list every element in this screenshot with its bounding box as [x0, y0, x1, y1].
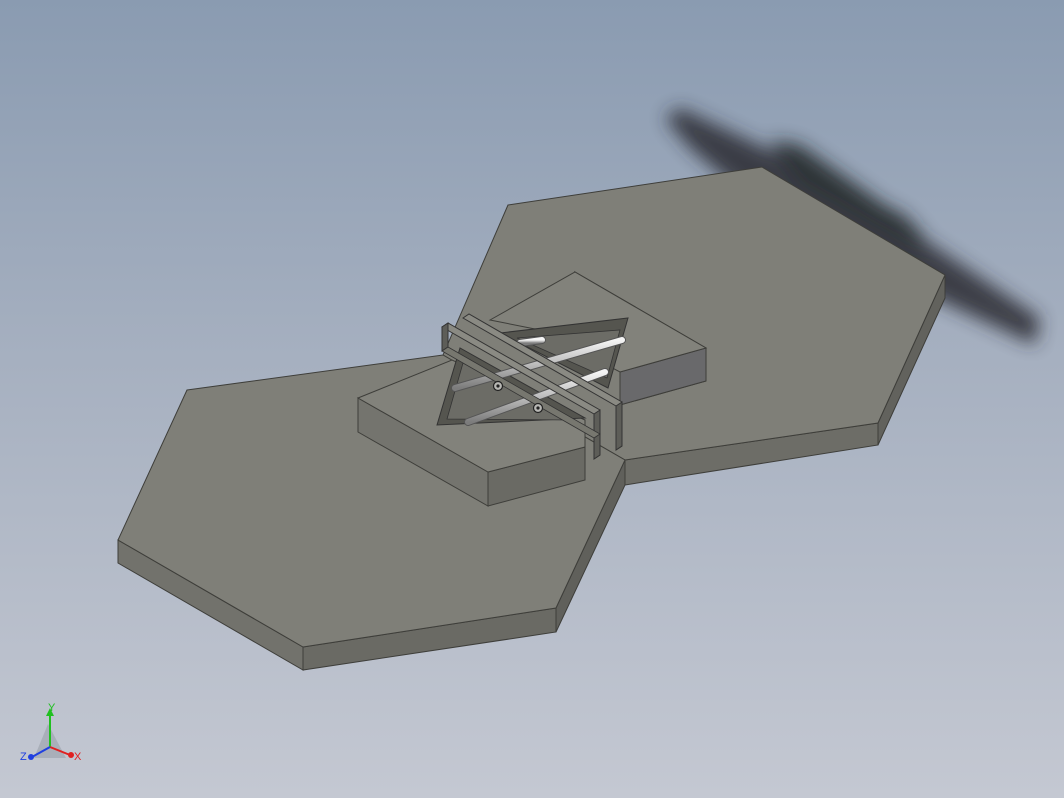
model-scene[interactable] — [0, 0, 1064, 798]
x-axis-label: X — [74, 751, 82, 763]
axis-triad: Y X Z — [20, 702, 82, 763]
3d-viewport[interactable]: Y X Z — [0, 0, 1064, 798]
z-axis-label: Z — [20, 751, 27, 763]
y-axis-label: Y — [48, 702, 56, 714]
